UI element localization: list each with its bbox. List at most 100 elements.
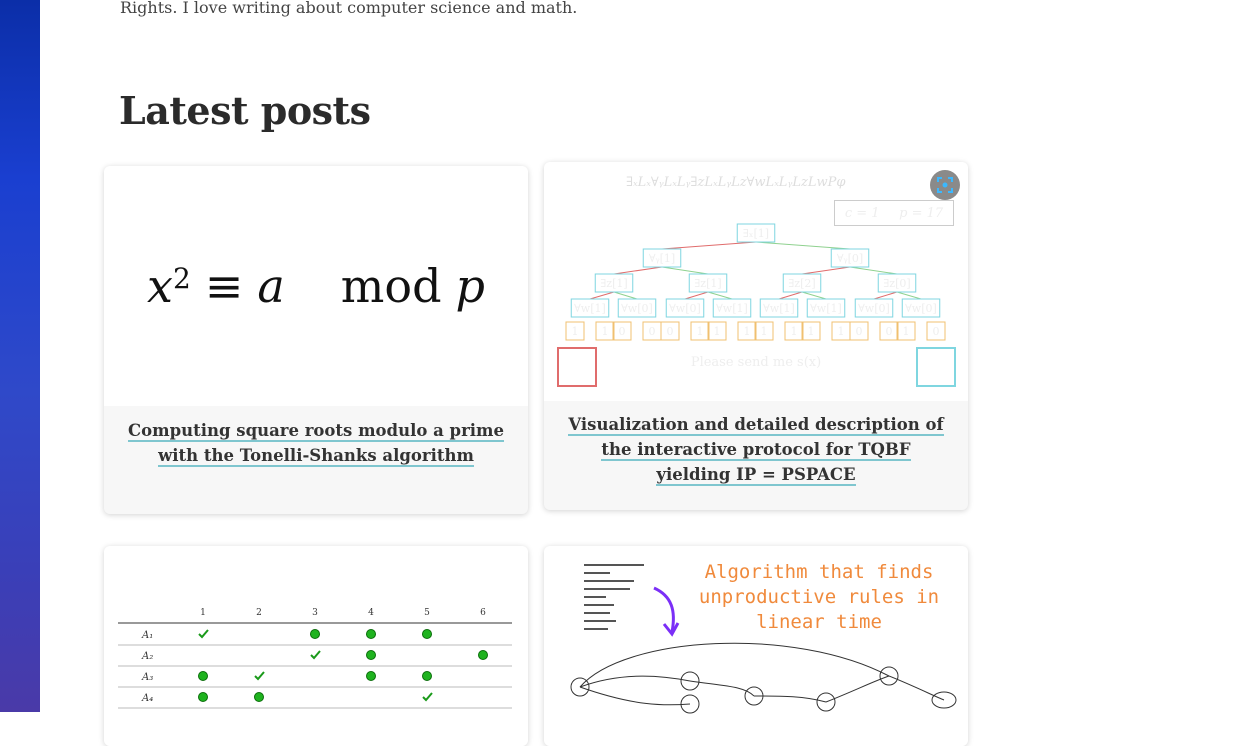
post-title-link[interactable]: Computing square roots modulo a prime wi… xyxy=(104,406,528,480)
tree-edge xyxy=(661,266,709,275)
svg-text:1: 1 xyxy=(697,325,704,338)
tree-leaf: 0 xyxy=(612,321,632,341)
prover-box: P xyxy=(916,347,956,389)
protocol-tree-diagram: ∃ₓ[1] ∀ᵧ[1] ∀ᵧ[0] ∃z[1] ∃z[1] ∃z[2] ∃z[0] ∀w[1]… xyxy=(557,223,956,389)
post-card[interactable]: Algorithm that finds unproductive rules … xyxy=(544,546,968,746)
tree-node-level3: ∀w[0] xyxy=(901,298,941,318)
svg-text:∀w[0]: ∀w[0] xyxy=(621,302,653,315)
tree-node-level2: ∃z[1] xyxy=(688,273,728,293)
tree-edge xyxy=(896,291,922,300)
svg-text:∀w[1]: ∀w[1] xyxy=(574,302,606,315)
table-row-label: A₄ xyxy=(141,693,153,704)
table-column-header: 4 xyxy=(368,608,374,618)
table-check-mark xyxy=(198,629,209,639)
post-thumbnail[interactable]: 1 2 3 4 5 6 A₁ A₂ A₃ A₄ xyxy=(104,546,528,746)
svg-text:1: 1 xyxy=(761,325,768,338)
svg-text:1: 1 xyxy=(791,325,798,338)
tree-leaf: 1 xyxy=(690,321,710,341)
svg-text:0: 0 xyxy=(667,325,674,338)
post-card[interactable]: ∃ₓLₓ∀ᵧLₓLᵧ∃zLₓLᵧLz∀wLₓLᵧLzLwPφ c = 1 p =… xyxy=(544,162,968,510)
automaton-diagram xyxy=(570,564,957,714)
tree-leaf: 1 xyxy=(595,321,615,341)
svg-text:∀w[1]: ∀w[1] xyxy=(810,302,842,315)
tree-leaf: 1 xyxy=(801,321,821,341)
tree-node-level3: ∀w[1] xyxy=(759,298,799,318)
tree-leaf: 0 xyxy=(660,321,680,341)
table-check-mark xyxy=(422,692,433,702)
tree-edge xyxy=(801,266,851,275)
tree-leaf: 1 xyxy=(737,321,757,341)
svg-text:1: 1 xyxy=(572,325,579,338)
table-check-mark xyxy=(310,650,321,660)
svg-text:∃ₓ[1]: ∃ₓ[1] xyxy=(743,227,769,240)
verifier-box: V xyxy=(557,347,597,389)
tree-edge xyxy=(613,266,663,275)
post-thumbnail[interactable]: x2 ≡ a mod p xyxy=(104,166,528,406)
tree-edge xyxy=(661,241,757,250)
table-image: 1 2 3 4 5 6 A₁ A₂ A₃ A₄ xyxy=(118,608,512,709)
svg-text:P: P xyxy=(925,349,948,389)
tree-node-level3: ∀w[1] xyxy=(712,298,752,318)
post-title-link[interactable]: Visualization and detailed description o… xyxy=(544,401,968,499)
page-title: Latest posts xyxy=(119,88,371,133)
table-dot-mark xyxy=(366,671,376,681)
svg-text:∃z[2]: ∃z[2] xyxy=(788,277,815,290)
tree-edge xyxy=(684,291,709,300)
table-dot-mark xyxy=(422,671,432,681)
tree-edge xyxy=(849,266,898,275)
table-dot-mark xyxy=(254,692,264,702)
tree-leaf: 0 xyxy=(879,321,899,341)
tree-node-level2: ∃z[1] xyxy=(594,273,634,293)
svg-text:1: 1 xyxy=(602,325,609,338)
svg-text:∀w[0]: ∀w[0] xyxy=(858,302,890,315)
svg-text:1: 1 xyxy=(808,325,815,338)
tree-node-level3: ∀w[1] xyxy=(570,298,610,318)
post-thumbnail[interactable]: ∃ₓLₓ∀ᵧLₓLᵧ∃zLₓLᵧLz∀wLₓLᵧLzLwPφ c = 1 p =… xyxy=(544,162,968,401)
tree-leaf: 1 xyxy=(896,321,916,341)
post-thumbnail[interactable]: Algorithm that finds unproductive rules … xyxy=(544,546,968,746)
svg-text:0: 0 xyxy=(856,325,863,338)
svg-text:1: 1 xyxy=(744,325,751,338)
tree-leaf: 1 xyxy=(707,321,727,341)
svg-text:0: 0 xyxy=(886,325,893,338)
tree-node-level3: ∀w[1] xyxy=(806,298,846,318)
table-dot-mark xyxy=(366,629,376,639)
svg-text:0: 0 xyxy=(619,325,626,338)
table-row-label: A₃ xyxy=(141,672,153,683)
svg-text:∃z[0]: ∃z[0] xyxy=(883,277,910,290)
post-card[interactable]: x2 ≡ a mod p Computing square roots modu… xyxy=(104,166,528,514)
table-column-header: 2 xyxy=(256,608,262,618)
table-dot-mark xyxy=(310,629,320,639)
svg-text:1: 1 xyxy=(714,325,721,338)
table-column-header: 1 xyxy=(200,608,206,618)
svg-text:∃z[1]: ∃z[1] xyxy=(600,277,627,290)
tree-node-level3: ∀w[0] xyxy=(665,298,705,318)
tree-leaf: 0 xyxy=(926,321,946,341)
tree-node-level3: ∀w[0] xyxy=(854,298,894,318)
table-column-header: 5 xyxy=(424,608,430,618)
svg-text:∀w[0]: ∀w[0] xyxy=(669,302,701,315)
post-card[interactable]: 1 2 3 4 5 6 A₁ A₂ A₃ A₄ xyxy=(104,546,528,746)
svg-text:∀ᵧ[1]: ∀ᵧ[1] xyxy=(649,252,675,265)
tree-leaf: 1 xyxy=(754,321,774,341)
tree-leaf: 0 xyxy=(642,321,662,341)
tree-edge xyxy=(707,291,733,300)
tree-node-level1: ∀ᵧ[1] xyxy=(642,248,682,268)
intro-text: Rights. I love writing about computer sc… xyxy=(120,0,578,17)
svg-text:1: 1 xyxy=(903,325,910,338)
table-dot-mark xyxy=(422,629,432,639)
tree-node-level2: ∃z[2] xyxy=(782,273,822,293)
tree-node-level1: ∀ᵧ[0] xyxy=(830,248,870,268)
table-dot-mark xyxy=(198,671,208,681)
tree-node-level3: ∀w[0] xyxy=(617,298,657,318)
table-dot-mark xyxy=(478,650,488,660)
table-check-mark xyxy=(254,671,265,681)
tree-edge xyxy=(778,291,803,300)
svg-text:∀w[0]: ∀w[0] xyxy=(905,302,937,315)
table-column-header: 3 xyxy=(312,608,318,618)
side-decorative-strip xyxy=(0,0,40,712)
table-row-label: A₁ xyxy=(141,630,153,641)
table-dot-mark xyxy=(366,650,376,660)
tree-edge xyxy=(801,291,827,300)
svg-text:∀w[1]: ∀w[1] xyxy=(716,302,748,315)
